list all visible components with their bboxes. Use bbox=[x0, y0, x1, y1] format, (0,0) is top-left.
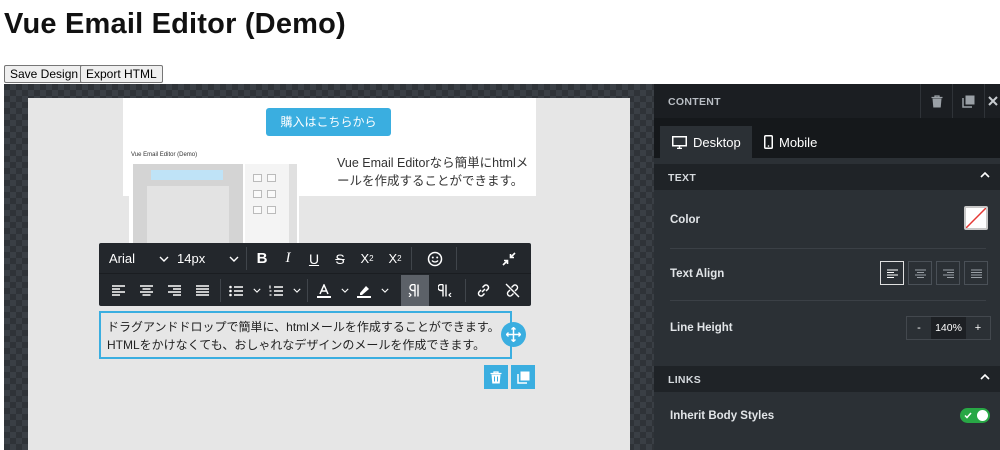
links-section-title: LINKS bbox=[668, 374, 701, 386]
color-label: Color bbox=[670, 214, 701, 226]
italic-icon[interactable]: I bbox=[275, 243, 301, 274]
align-right-icon bbox=[942, 268, 954, 278]
chevron-down-icon bbox=[159, 256, 169, 262]
font-family-select[interactable]: Arial bbox=[109, 243, 169, 274]
save-design-button[interactable]: Save Design bbox=[4, 65, 85, 83]
align-center-icon[interactable] bbox=[133, 275, 159, 306]
line-height-decrease-button[interactable]: - bbox=[907, 317, 931, 339]
color-picker[interactable] bbox=[964, 206, 988, 230]
email-editor: 購入はこちらから Vue Email Editor (Demo) Vue Ema… bbox=[4, 84, 1000, 450]
unlink-icon[interactable] bbox=[497, 275, 527, 306]
line-height-label: Line Height bbox=[670, 322, 733, 334]
buy-button[interactable]: 購入はこちらから bbox=[266, 108, 391, 136]
rtl-icon[interactable] bbox=[431, 275, 459, 306]
align-right-icon[interactable] bbox=[161, 275, 187, 306]
line-height-value[interactable]: 140% bbox=[931, 317, 966, 339]
text-section-header[interactable]: TEXT bbox=[654, 164, 1000, 190]
highlight-icon[interactable] bbox=[355, 275, 391, 306]
toggle-knob bbox=[977, 410, 988, 421]
tab-mobile[interactable]: Mobile bbox=[760, 126, 840, 158]
collapse-icon[interactable] bbox=[495, 243, 523, 274]
panel-title: CONTENT bbox=[668, 96, 721, 108]
trash-icon bbox=[931, 94, 942, 107]
bullet-list-icon[interactable] bbox=[227, 275, 263, 306]
panel-header: CONTENT bbox=[654, 84, 1000, 118]
font-family-value: Arial bbox=[109, 251, 136, 266]
bold-icon[interactable]: B bbox=[249, 243, 275, 274]
toolbar-row-1: Arial 14px B I U S X2 X2 bbox=[99, 243, 531, 274]
tab-mobile-label: Mobile bbox=[779, 134, 818, 150]
panel-align-center-button[interactable] bbox=[908, 261, 932, 285]
editor-canvas[interactable]: 購入はこちらから Vue Email Editor (Demo) Vue Ema… bbox=[4, 84, 654, 450]
panel-delete-button[interactable] bbox=[920, 84, 952, 118]
page-title: Vue Email Editor (Demo) bbox=[4, 8, 346, 40]
chevron-up-icon bbox=[980, 171, 990, 178]
font-size-value: 14px bbox=[177, 251, 206, 266]
desktop-icon bbox=[672, 135, 687, 149]
toolbar-row-2 bbox=[99, 275, 531, 306]
subscript-icon[interactable]: X2 bbox=[381, 243, 409, 274]
tab-desktop-label: Desktop bbox=[693, 134, 741, 150]
text-align-group bbox=[876, 261, 988, 286]
line-height-increase-button[interactable]: + bbox=[966, 317, 990, 339]
line-height-stepper: - 140% + bbox=[906, 316, 991, 340]
move-icon[interactable] bbox=[501, 322, 526, 347]
emoji-icon[interactable] bbox=[419, 243, 451, 274]
ltr-icon[interactable] bbox=[401, 275, 429, 306]
text-color-icon[interactable] bbox=[315, 275, 351, 306]
align-left-icon[interactable] bbox=[105, 275, 131, 306]
trash-icon bbox=[490, 370, 502, 383]
panel-align-justify-button[interactable] bbox=[964, 261, 988, 285]
font-size-select[interactable]: 14px bbox=[177, 243, 239, 274]
properties-panel: CONTENT Desktop Mobile TEXT Color Text A… bbox=[654, 84, 1000, 450]
duplicate-block-button[interactable] bbox=[511, 365, 535, 389]
numbered-list-icon[interactable] bbox=[267, 275, 303, 306]
align-center-icon bbox=[914, 268, 926, 278]
text-line-1: ドラグアンドドロップで簡単に、htmlメールを作成することができます。 bbox=[107, 320, 500, 334]
text-line-2: HTMLをかけなくても、おしゃれなデザインのメールを作成できます。 bbox=[107, 338, 486, 352]
align-left-icon bbox=[886, 268, 898, 278]
text-section-title: TEXT bbox=[668, 172, 697, 184]
copy-icon bbox=[962, 95, 975, 108]
text-toolbar: Arial 14px B I U S X2 X2 bbox=[99, 243, 531, 306]
mobile-icon bbox=[764, 135, 773, 149]
selected-text-block[interactable]: ドラグアンドドロップで簡単に、htmlメールを作成することができます。 HTML… bbox=[99, 311, 512, 359]
check-icon bbox=[964, 412, 972, 419]
panel-align-right-button[interactable] bbox=[936, 261, 960, 285]
copy-icon bbox=[516, 371, 529, 384]
link-icon[interactable] bbox=[469, 275, 497, 306]
side-text-block[interactable]: Vue Email Editorなら簡単にhtmlメールを作成することができます… bbox=[337, 154, 533, 190]
panel-align-left-button[interactable] bbox=[880, 261, 904, 285]
inherit-body-styles-label: Inherit Body Styles bbox=[670, 410, 775, 422]
inherit-body-styles-toggle[interactable] bbox=[960, 408, 990, 423]
underline-icon[interactable]: U bbox=[301, 243, 327, 274]
thumbnail-title: Vue Email Editor (Demo) bbox=[131, 152, 198, 158]
close-icon bbox=[987, 96, 998, 106]
strikethrough-icon[interactable]: S bbox=[327, 243, 353, 274]
device-tabs: Desktop Mobile bbox=[654, 118, 1000, 158]
links-section-header[interactable]: LINKS bbox=[654, 366, 1000, 392]
text-align-label: Text Align bbox=[670, 268, 725, 280]
tab-desktop[interactable]: Desktop bbox=[660, 126, 752, 158]
export-html-button[interactable]: Export HTML bbox=[80, 65, 163, 83]
align-justify-icon bbox=[970, 268, 982, 278]
panel-duplicate-button[interactable] bbox=[952, 84, 984, 118]
superscript-icon[interactable]: X2 bbox=[353, 243, 381, 274]
panel-close-button[interactable] bbox=[984, 84, 1000, 118]
align-justify-icon[interactable] bbox=[189, 275, 215, 306]
delete-block-button[interactable] bbox=[484, 365, 508, 389]
chevron-down-icon bbox=[229, 256, 239, 262]
chevron-up-icon bbox=[980, 373, 990, 380]
